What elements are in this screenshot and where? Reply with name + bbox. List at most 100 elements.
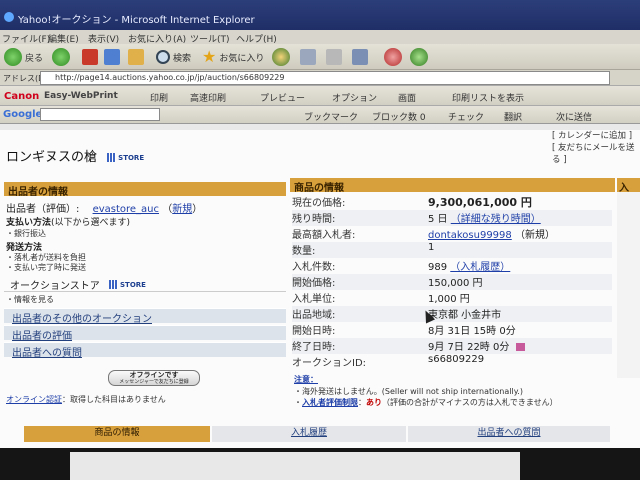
item-title: ロンギヌスの槍 <box>6 150 98 165</box>
bookmark-menu[interactable]: ブックマーク <box>304 110 358 123</box>
discuss-button[interactable] <box>410 47 428 67</box>
seller-other-auctions-link[interactable]: 出品者のその他のオークション <box>4 308 286 325</box>
star-icon: ★ <box>202 47 217 66</box>
google-search-input[interactable] <box>40 108 160 121</box>
mail-button[interactable] <box>300 47 316 67</box>
time-left-row: 残り時間: 5 日 （詳細な残り時間） <box>292 210 612 226</box>
seller-header: 出品者の情報 <box>4 182 286 198</box>
edit-button[interactable] <box>352 47 368 67</box>
option-menu-item[interactable]: オプション <box>332 91 377 104</box>
end-time-label: 終了日時: <box>292 342 336 353</box>
discuss-icon <box>410 48 428 66</box>
messenger-button[interactable] <box>384 47 402 67</box>
restriction-detail: （評価の合計がマイナスの方は入札できません） <box>382 398 558 407</box>
history-button[interactable] <box>272 47 290 67</box>
seller-rating-page-link[interactable]: 出品者の評価 <box>4 325 286 342</box>
quantity-label: 数量: <box>292 246 316 257</box>
refresh-button[interactable] <box>104 47 120 67</box>
print-button[interactable] <box>326 47 342 67</box>
bid-history-link[interactable]: （入札履歴） <box>450 262 510 273</box>
tab-product-info[interactable]: 商品の情報 <box>24 426 210 442</box>
lower-page-area <box>70 452 520 480</box>
seller-rating-link[interactable]: 新規 <box>172 204 192 215</box>
tab-bid-history[interactable]: 入札履歴 <box>212 426 406 442</box>
stop-button[interactable] <box>82 47 98 67</box>
detailed-time-link[interactable]: （詳細な残り時間） <box>451 214 541 225</box>
end-time-value-wrap: 9月 7日 22時 0分 <box>428 338 525 353</box>
favorites-button[interactable]: ★ お気に入り <box>202 47 264 67</box>
address-bar: アドレス(D) http://page14.auctions.yahoo.co.… <box>0 70 640 86</box>
preview-menu-item[interactable]: プレビュー <box>260 91 305 104</box>
window-title: Yahoo!オークション - Microsoft Internet Explor… <box>18 15 255 26</box>
auction-store-grid-icon <box>109 280 118 289</box>
home-button[interactable] <box>128 47 144 67</box>
current-price-row: 現在の価格: 9,300,061,000 円 <box>292 194 612 210</box>
location-value: 東京都 小金井市 <box>428 310 502 321</box>
bid-unit-label: 入札単位: <box>292 294 336 305</box>
tab-seller-question[interactable]: 出品者への質問 <box>408 426 610 442</box>
bid-count-value-wrap: 989 （入札履歴） <box>428 258 510 273</box>
send-mail-link[interactable]: [ 友だちにメールを送る ] <box>552 142 640 166</box>
translate-menu[interactable]: 翻訳 <box>504 110 522 123</box>
back-label: 戻る <box>25 53 44 64</box>
offline-status-button[interactable]: オフラインです メッセンジャーで友だちに登録 <box>108 370 200 386</box>
bidder-rating-limit-link[interactable]: 入札者評価制限 <box>302 398 358 407</box>
auction-store-label: オークションストア <box>10 281 100 292</box>
location-label: 出品地域: <box>292 310 336 321</box>
right-bid-header: 入札 <box>617 178 640 192</box>
start-price-value: 150,000 円 <box>428 278 483 289</box>
back-button[interactable]: 戻る <box>4 47 43 67</box>
note-no-international: ・海外発送はしません。(Seller will not ship interna… <box>294 387 523 396</box>
menu-bar: ファイル(F) 編集(E) 表示(V) お気に入り(A) ツール(T) ヘルプ(… <box>0 30 640 45</box>
mail-icon <box>300 49 316 65</box>
send-to-menu[interactable]: 次に送信 <box>556 110 592 123</box>
address-input[interactable]: http://page14.auctions.yahoo.co.jp/jp/au… <box>40 71 610 85</box>
easy-webprint-label[interactable]: Easy-WebPrint <box>44 91 118 101</box>
store-badge-label: STORE <box>118 153 145 162</box>
search-button[interactable]: 検索 <box>156 47 191 67</box>
notes-title[interactable]: 注意： <box>294 374 318 385</box>
high-bidder-value-wrap: dontakosu99998 （新規） <box>428 226 555 241</box>
start-price-row: 開始価格: 150,000 円 <box>292 274 612 290</box>
time-left-value-wrap: 5 日 （詳細な残り時間） <box>428 210 541 225</box>
ie-logo-icon <box>4 12 14 22</box>
block-count[interactable]: ブロック数 0 <box>372 110 426 123</box>
home-icon <box>128 49 144 65</box>
store-grid-icon <box>107 153 117 162</box>
online-auth-link[interactable]: オンライン認証 <box>6 395 62 404</box>
high-bidder-link[interactable]: dontakosu99998 <box>428 230 512 241</box>
canon-logo: Canon <box>4 91 40 102</box>
search-icon <box>156 50 170 64</box>
forward-button[interactable] <box>52 47 70 67</box>
online-auth-row: オンライン認証：取得した科目はありません <box>6 394 166 405</box>
high-bidder-label: 最高額入札者: <box>292 230 356 241</box>
auction-id-value: s66809229 <box>428 354 485 365</box>
auction-store-row: オークションストア STORE <box>4 276 286 292</box>
current-price-label: 現在の価格: <box>292 198 346 209</box>
print-list-menu-item[interactable]: 印刷リストを表示 <box>452 91 524 104</box>
check-menu[interactable]: チェック <box>448 110 484 123</box>
main-toolbar: 戻る 検索 ★ お気に入り <box>0 44 640 70</box>
forward-arrow-icon <box>52 48 70 66</box>
back-arrow-icon <box>4 48 22 66</box>
auction-id-label: オークションID: <box>292 358 367 369</box>
page-title: ロンギヌスの槍 STORE <box>6 146 144 165</box>
breadcrumb-strip <box>0 124 640 130</box>
print-menu-item[interactable]: 印刷 <box>150 91 168 104</box>
seller-id-link[interactable]: evastore_auc <box>93 204 159 215</box>
time-left-label: 残り時間: <box>292 214 336 225</box>
restriction-flag: あり <box>366 398 382 407</box>
google-logo: Google <box>3 109 43 120</box>
add-calendar-link[interactable]: [ カレンダーに追加 ] <box>552 130 640 142</box>
calendar-icon[interactable] <box>515 343 525 351</box>
bid-unit-value: 1,000 円 <box>428 294 470 305</box>
seller-question-link[interactable]: 出品者への質問 <box>4 342 286 359</box>
seller-id-row: 出品者（評価）: evastore_auc （新規） <box>6 204 203 215</box>
note-bidder-restriction: ・入札者評価制限：あり（評価の合計がマイナスの方は入札できません） <box>294 398 558 407</box>
store-info-link[interactable]: ・情報を見る <box>6 294 54 305</box>
shipping-line-2: ・支払い完了時に発送 <box>6 263 86 272</box>
product-panel: 商品の情報 現在の価格: 9,300,061,000 円 残り時間: 5 日 （… <box>290 178 615 418</box>
screen-menu-item[interactable]: 画面 <box>398 91 416 104</box>
fast-print-menu-item[interactable]: 高速印刷 <box>190 91 226 104</box>
messenger-icon <box>384 48 402 66</box>
